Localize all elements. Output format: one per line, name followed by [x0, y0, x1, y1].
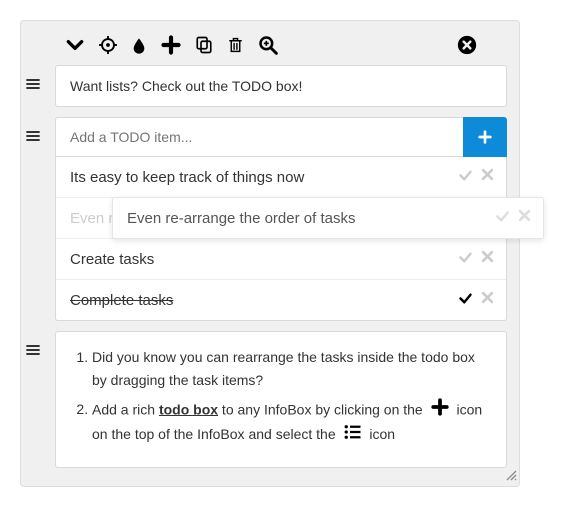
check-icon[interactable] [458, 168, 473, 186]
todo-text: Its easy to keep track of things now [70, 169, 458, 186]
todo-text: Create tasks [70, 251, 458, 268]
todo-list: Its easy to keep track of things now Eve… [55, 157, 507, 321]
plus-icon [431, 398, 449, 423]
close-icon[interactable] [457, 35, 477, 55]
todo-input[interactable] [55, 117, 463, 157]
chevron-down-icon[interactable] [65, 35, 85, 55]
toolbar [29, 29, 507, 65]
drag-handle-icon[interactable] [25, 343, 41, 357]
plus-icon[interactable] [161, 35, 181, 55]
drag-handle-icon[interactable] [25, 77, 41, 91]
x-icon[interactable] [481, 291, 494, 309]
x-icon[interactable] [481, 250, 494, 268]
title-box[interactable]: Want lists? Check out the TODO box! [55, 65, 507, 107]
search-plus-icon[interactable] [258, 35, 278, 55]
check-icon[interactable] [458, 291, 473, 309]
tip-item: Did you know you can rearrange the tasks… [92, 346, 488, 392]
list-icon [344, 424, 362, 447]
todo-input-row [55, 117, 507, 157]
drag-handle-icon[interactable] [25, 129, 41, 143]
title-section: Want lists? Check out the TODO box! [29, 65, 507, 107]
resize-handle-icon[interactable] [505, 468, 517, 484]
tint-icon[interactable] [131, 36, 147, 54]
add-todo-button[interactable] [463, 117, 507, 157]
check-icon[interactable] [495, 209, 510, 227]
x-icon[interactable] [481, 168, 494, 186]
todo-item-dragging[interactable]: Even re-arrange the order of tasks [112, 197, 544, 239]
tips-box: Did you know you can rearrange the tasks… [55, 331, 507, 468]
todo-item[interactable]: Complete tasks [56, 280, 506, 320]
todo-text: Even re-arrange the order of tasks [127, 210, 495, 227]
tip-item: Add a rich todo box to any InfoBox by cl… [92, 398, 488, 447]
copy-icon[interactable] [195, 35, 213, 55]
todo-item[interactable]: Its easy to keep track of things now [56, 157, 506, 198]
trash-icon[interactable] [227, 35, 244, 55]
target-icon[interactable] [99, 36, 117, 54]
todo-item[interactable]: Create tasks [56, 239, 506, 280]
check-icon[interactable] [458, 250, 473, 268]
infobox-widget: Want lists? Check out the TODO box! Its … [20, 20, 520, 487]
x-icon[interactable] [518, 209, 531, 227]
todo-text: Complete tasks [70, 292, 458, 309]
tips-section: Did you know you can rearrange the tasks… [29, 331, 507, 468]
